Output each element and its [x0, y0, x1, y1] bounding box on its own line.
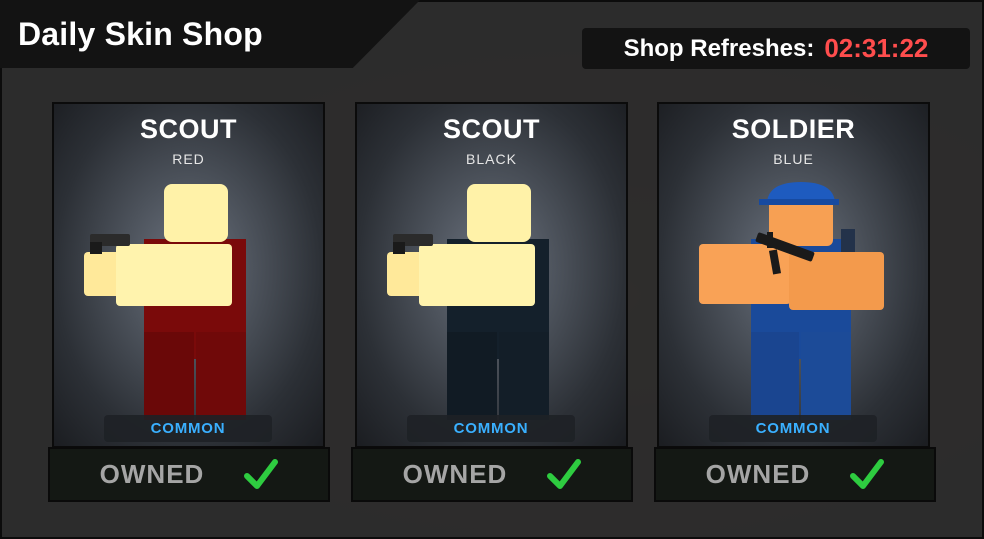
refresh-countdown: 02:31:22 [824, 33, 929, 63]
rarity-badge: COMMON [709, 415, 877, 442]
owned-label: OWNED [705, 459, 811, 489]
owned-label: OWNED [402, 459, 508, 489]
skin-card-2[interactable]: SCOUT BLACK COMMON [355, 102, 628, 448]
card-variant: BLUE [773, 151, 814, 167]
rarity-badge: COMMON [407, 415, 575, 442]
owned-status-2: OWNED [351, 447, 633, 502]
check-icon [547, 458, 582, 489]
card-variant: RED [172, 151, 205, 167]
card-name: SOLDIER [731, 114, 856, 144]
page-title: Daily Skin Shop [18, 16, 263, 52]
refresh-timer: Shop Refreshes: 02:31:22 [582, 28, 970, 69]
card-name: SCOUT [443, 114, 540, 144]
skin-card-1[interactable]: SCOUT RED COMMON [52, 102, 325, 448]
owned-status-3: OWNED [654, 447, 936, 502]
card-variant: BLACK [466, 151, 517, 167]
check-icon [244, 458, 279, 489]
card-name: SCOUT [140, 114, 237, 144]
rarity-badge: COMMON [104, 415, 272, 442]
owned-status-1: OWNED [48, 447, 330, 502]
skin-card-3[interactable]: SOLDIER BLUE COMMON [657, 102, 930, 448]
refresh-label: Shop Refreshes: [623, 34, 815, 62]
owned-label: OWNED [99, 459, 205, 489]
check-icon [850, 458, 885, 489]
